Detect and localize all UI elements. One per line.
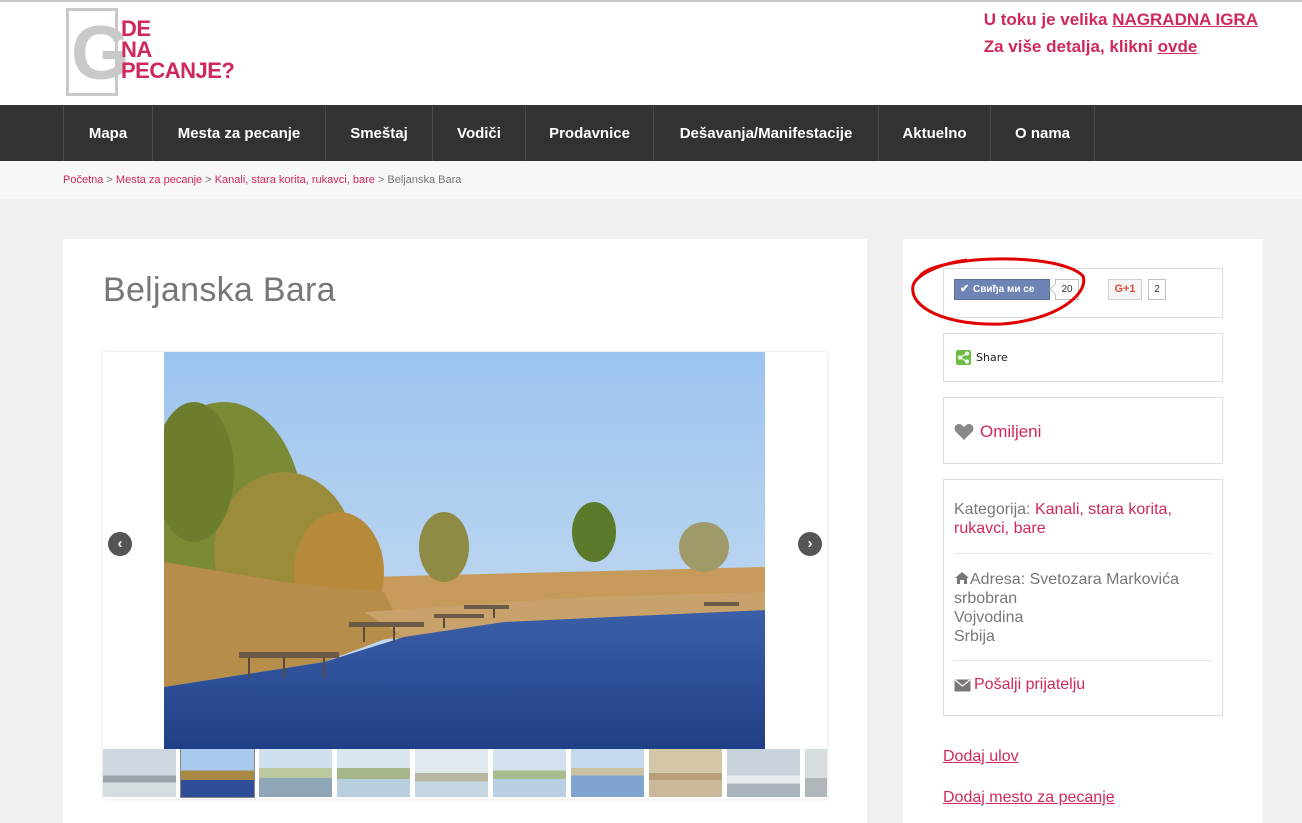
share-icon [956, 350, 971, 365]
favorite-box: Omiljeni [943, 397, 1223, 464]
address-region: Vojvodina [954, 609, 1024, 626]
nav-item-mesta-za-pecanje[interactable]: Mesta za pecanje [153, 105, 326, 161]
nav-item-o-nama[interactable]: O nama [991, 105, 1095, 161]
details-link[interactable]: ovde [1158, 37, 1198, 56]
category-label: Kategorija: [954, 501, 1035, 518]
category-row: Kategorija: Kanali, stara korita, rukavc… [954, 500, 1212, 538]
thumbnail[interactable] [493, 749, 566, 797]
breadcrumb-category[interactable]: Kanali, stara korita, rukavci, bare [215, 174, 375, 186]
thumbnail[interactable] [259, 749, 332, 797]
promo-line-1: U toku je velika NAGRADNA IGRA [984, 6, 1258, 33]
address-block: Adresa: Svetozara Markovića srbobran Voj… [954, 570, 1212, 646]
logo-word-2: NA [121, 37, 152, 62]
nav-item-prodavnice[interactable]: Prodavnice [526, 105, 654, 161]
divider [954, 660, 1212, 661]
send-to-friend-link[interactable]: Pošalji prijatelju [954, 676, 1085, 694]
logo-word-3: PECANJE? [121, 58, 235, 83]
breadcrumb-separator: > [103, 174, 116, 186]
thumbnail[interactable] [415, 749, 488, 797]
main-content: Beljanska Bara ‹ › [63, 239, 867, 823]
share-box: Share [943, 333, 1223, 382]
divider [954, 553, 1212, 554]
thumbnail[interactable] [571, 749, 644, 797]
logo-text: DE NA PECANJE? [121, 16, 235, 83]
promo-text-2: Za više detalja, klikni [983, 37, 1158, 56]
red-circle-annotation [911, 257, 1086, 326]
favorite-button[interactable]: Omiljeni [954, 422, 1041, 442]
thumbnail[interactable] [337, 749, 410, 797]
breadcrumb-bar: Početna > Mesta za pecanje > Kanali, sta… [0, 161, 1302, 199]
nav-list: Mapa Mesta za pecanje Smeštaj Vodiči Pro… [63, 105, 1095, 161]
address-label: Adresa: [970, 571, 1030, 588]
gallery-next-button[interactable]: › [798, 532, 822, 556]
breadcrumb-section[interactable]: Mesta za pecanje [116, 174, 202, 186]
nav-item-vodici[interactable]: Vodiči [433, 105, 526, 161]
nav-item-smestaj[interactable]: Smeštaj [326, 105, 433, 161]
prize-game-link[interactable]: NAGRADNA IGRA [1112, 10, 1258, 29]
breadcrumb-current: Beljanska Bara [387, 174, 462, 186]
logo-word-1: DE [121, 16, 151, 41]
thumbnail[interactable] [649, 749, 722, 797]
thumbnail[interactable] [727, 749, 800, 797]
promo-line-2: Za više detalja, klikni ovde [984, 33, 1258, 60]
logo-letter: G [71, 11, 130, 96]
add-catch-link[interactable]: Dodaj ulov [943, 748, 1019, 766]
promo-banner: U toku je velika NAGRADNA IGRA Za više d… [984, 6, 1258, 60]
photo-gallery: ‹ › [103, 352, 827, 799]
sidebar: ✔ Свиђа ми се 20 G+1 2 Share Omiljeni Kat… [903, 239, 1263, 823]
thumbnail[interactable] [180, 749, 255, 798]
thumbnail-strip [103, 749, 827, 799]
share-label: Share [976, 351, 1008, 364]
info-box: Kategorija: Kanali, stara korita, rukavc… [943, 479, 1223, 716]
address-line-1: Adresa: Svetozara Markovića [954, 570, 1212, 589]
nav-item-aktuelno[interactable]: Aktuelno [879, 105, 991, 161]
site-header: G DE NA PECANJE? U toku je velika NAGRAD… [0, 0, 1302, 105]
thumbnail[interactable] [103, 749, 176, 797]
google-plus-button[interactable]: G+1 [1108, 279, 1142, 300]
breadcrumb: Početna > Mesta za pecanje > Kanali, sta… [63, 174, 461, 186]
breadcrumb-separator: > [202, 174, 215, 186]
favorite-label: Omiljeni [980, 422, 1042, 441]
nav-item-desavanja[interactable]: Dešavanja/Manifestacije [654, 105, 879, 161]
add-spot-link[interactable]: Dodaj mesto za pecanje [943, 789, 1115, 807]
main-photo [164, 352, 765, 749]
address-country: Srbija [954, 628, 995, 645]
main-nav: Mapa Mesta za pecanje Smeštaj Vodiči Pro… [0, 105, 1302, 161]
address-city: srbobran [954, 590, 1018, 607]
promo-text-1: U toku je velika [983, 10, 1113, 29]
home-icon [955, 572, 969, 584]
send-label: Pošalji prijatelju [974, 676, 1086, 693]
share-button[interactable]: Share [956, 350, 1008, 365]
nav-item-mapa[interactable]: Mapa [64, 105, 153, 161]
heart-icon [954, 424, 974, 440]
address-street: Svetozara Markovića [1029, 571, 1179, 588]
breadcrumb-home[interactable]: Početna [63, 174, 103, 186]
gallery-prev-button[interactable]: ‹ [108, 532, 132, 556]
thumbnail[interactable] [805, 749, 827, 797]
logo-frame: G [66, 8, 130, 96]
envelope-icon [954, 679, 971, 691]
site-logo[interactable]: G DE NA PECANJE? [66, 8, 235, 98]
gplus-count: 2 [1148, 279, 1166, 300]
breadcrumb-separator: > [374, 174, 388, 186]
page-title: Beljanska Bara [103, 271, 336, 309]
